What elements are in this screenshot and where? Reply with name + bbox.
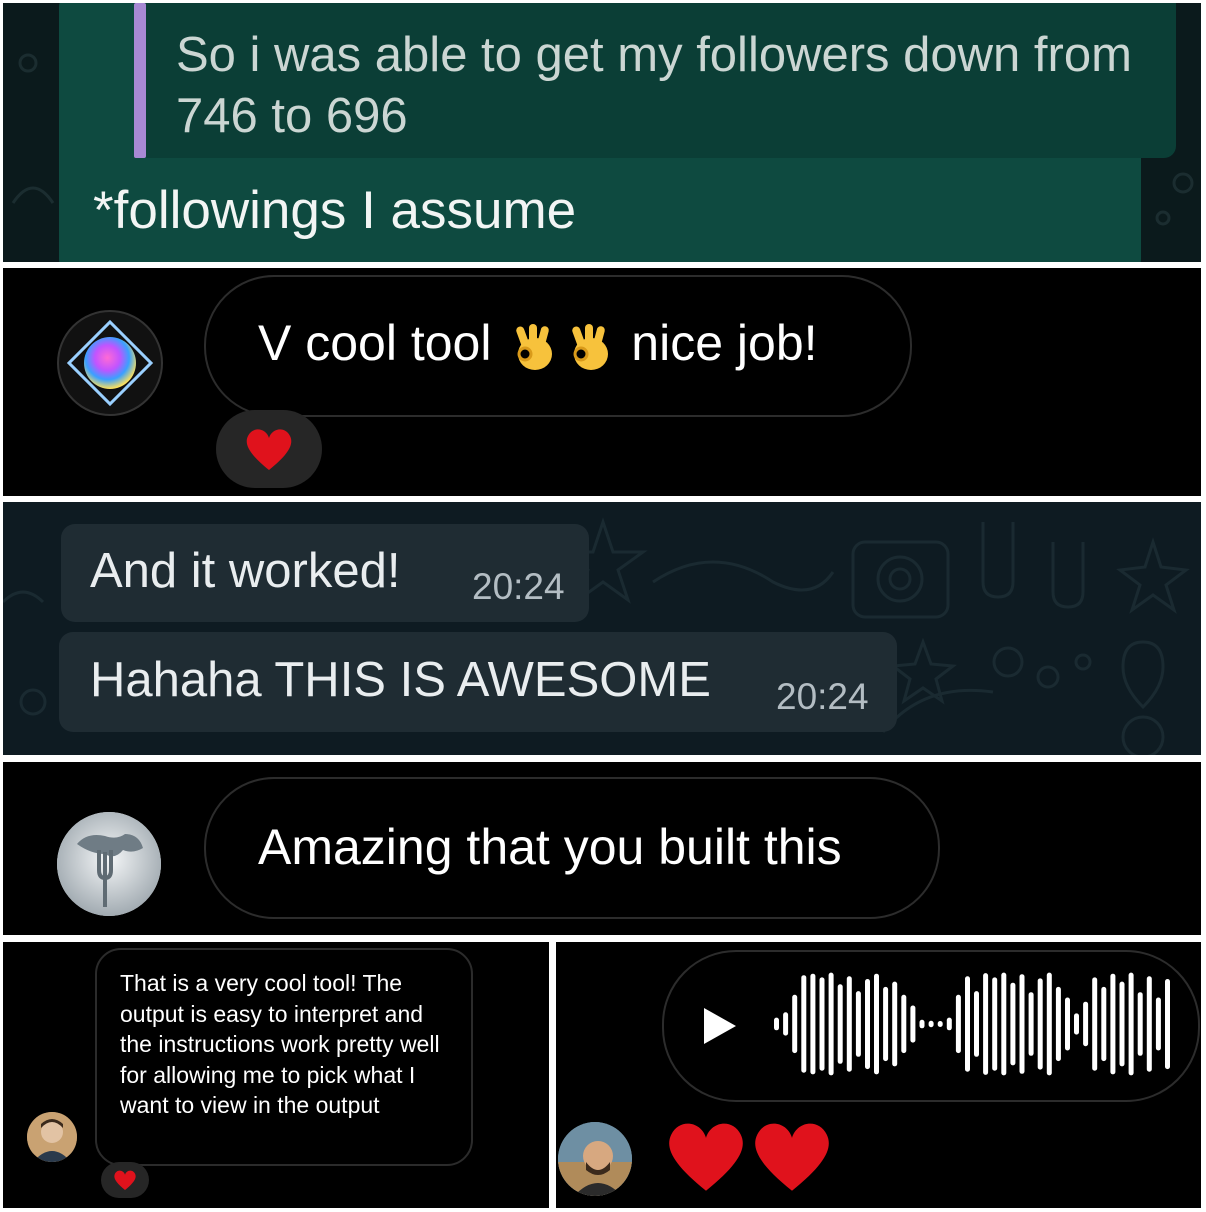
- instagram-chat-panel-4: Amazing that you built this: [3, 762, 1201, 935]
- waveform-bar: [1101, 986, 1107, 1062]
- message-text: V cool tool: [258, 315, 492, 371]
- heart-emoji-icon: [246, 429, 292, 470]
- waveform-bar: [1146, 976, 1152, 1072]
- waveform-bar: [901, 994, 907, 1054]
- waveform-bar: [892, 981, 898, 1067]
- waveform-bar: [1165, 979, 1170, 1070]
- avatar[interactable]: [57, 812, 161, 916]
- waveform-bar: [1046, 972, 1052, 1076]
- incoming-message-bubble[interactable]: Hahaha THIS IS AWESOME 20:24: [59, 632, 897, 732]
- message-bubble[interactable]: V cool tool nice job!: [204, 275, 912, 417]
- message-text: And it worked!: [90, 544, 401, 598]
- waveform-bar: [992, 977, 998, 1071]
- reaction-badge[interactable]: [216, 410, 322, 488]
- waveform-bar: [801, 975, 807, 1073]
- waveform-bar: [974, 991, 979, 1057]
- waveform-bar: [1119, 981, 1125, 1067]
- waveform-bar: [1074, 1013, 1079, 1035]
- waveform-bar: [1110, 973, 1116, 1075]
- waveform-bar: [1001, 972, 1007, 1076]
- message-bubble[interactable]: Amazing that you built this: [204, 777, 940, 919]
- waveform-bar: [837, 984, 843, 1064]
- waveform-bar: [1055, 986, 1061, 1062]
- instagram-chat-panel-5: That is a very cool tool! The output is …: [3, 942, 549, 1208]
- heart-emoji-icon: [114, 1170, 136, 1191]
- waveform-bar: [983, 973, 989, 1075]
- waveform-bar: [946, 1017, 952, 1031]
- waveform-bar: [810, 973, 816, 1075]
- waveform-bar: [965, 976, 970, 1072]
- avatar[interactable]: [27, 1112, 77, 1162]
- reaction-badge[interactable]: [101, 1162, 149, 1198]
- incoming-message-bubble[interactable]: And it worked! 20:24: [61, 524, 589, 622]
- waveform-bar: [937, 1021, 943, 1027]
- ok-hand-emoji-icon: [516, 323, 553, 370]
- waveform-bar: [928, 1020, 934, 1028]
- waveform-bar: [1155, 997, 1161, 1051]
- waveform-bar: [874, 973, 879, 1075]
- waveform-bar: [846, 976, 852, 1072]
- message-text: Amazing that you built this: [258, 819, 842, 875]
- waveform-bar: [1137, 992, 1143, 1056]
- person-photo-avatar-image: [27, 1112, 77, 1162]
- avatar[interactable]: [558, 1122, 632, 1196]
- waveform-bar: [1065, 997, 1070, 1051]
- heart-emoji-icon: [755, 1123, 829, 1191]
- person-photo-avatar-image: [558, 1122, 632, 1196]
- waveform-bar: [1019, 974, 1025, 1074]
- audio-waveform[interactable]: [772, 968, 1172, 1080]
- waveform-bar: [783, 1012, 789, 1036]
- avatar[interactable]: [57, 310, 163, 416]
- waveform-bar: [792, 994, 798, 1054]
- waveform-bar: [1037, 978, 1043, 1070]
- quoted-message[interactable]: So i was able to get my followers down f…: [134, 3, 1176, 158]
- waveform-bar: [955, 994, 961, 1054]
- waveform-bar: [1083, 1001, 1089, 1047]
- message-timestamp: 20:24: [472, 566, 565, 607]
- waveform-bar: [1128, 972, 1134, 1076]
- whatsapp-chat-panel-1: So i was able to get my followers down f…: [3, 3, 1201, 262]
- waveform-bar: [910, 1005, 916, 1043]
- quote-accent-bar: [134, 3, 146, 158]
- instagram-chat-panel-6: [556, 942, 1201, 1208]
- message-timestamp: 20:24: [776, 676, 869, 717]
- waveform-bar: [819, 977, 825, 1071]
- waveform-bar: [1028, 992, 1034, 1056]
- outgoing-message-bubble[interactable]: So i was able to get my followers down f…: [59, 3, 1176, 262]
- waveform-bar: [865, 979, 870, 1070]
- waveform-bar: [1092, 977, 1098, 1071]
- quoted-message-text: So i was able to get my followers down f…: [176, 28, 1132, 143]
- waveform-bar: [774, 1017, 779, 1031]
- voice-message-bubble[interactable]: [662, 950, 1200, 1102]
- waveform-bar: [883, 986, 889, 1062]
- gradient-orb-avatar-image: [66, 319, 154, 407]
- play-icon[interactable]: [702, 1006, 738, 1046]
- message-text: That is a very cool tool! The output is …: [120, 970, 440, 1118]
- waveform-bar: [1010, 982, 1016, 1066]
- message-text: *followings I assume: [93, 181, 577, 240]
- waveform-bar: [919, 1019, 925, 1029]
- message-bubble[interactable]: That is a very cool tool! The output is …: [95, 948, 473, 1166]
- globe-fork-avatar-image: [57, 812, 161, 916]
- instagram-chat-panel-2: V cool tool nice job!: [3, 268, 1201, 496]
- message-text-continued: nice job!: [631, 315, 818, 371]
- heart-emoji-icon: [669, 1123, 743, 1191]
- waveform-bar: [828, 972, 834, 1076]
- ok-hand-emoji-icon: [572, 323, 609, 370]
- message-text: Hahaha THIS IS AWESOME: [90, 653, 711, 707]
- waveform-bar: [855, 991, 861, 1057]
- whatsapp-chat-panel-3: And it worked! 20:24 Hahaha THIS IS AWES…: [3, 502, 1201, 755]
